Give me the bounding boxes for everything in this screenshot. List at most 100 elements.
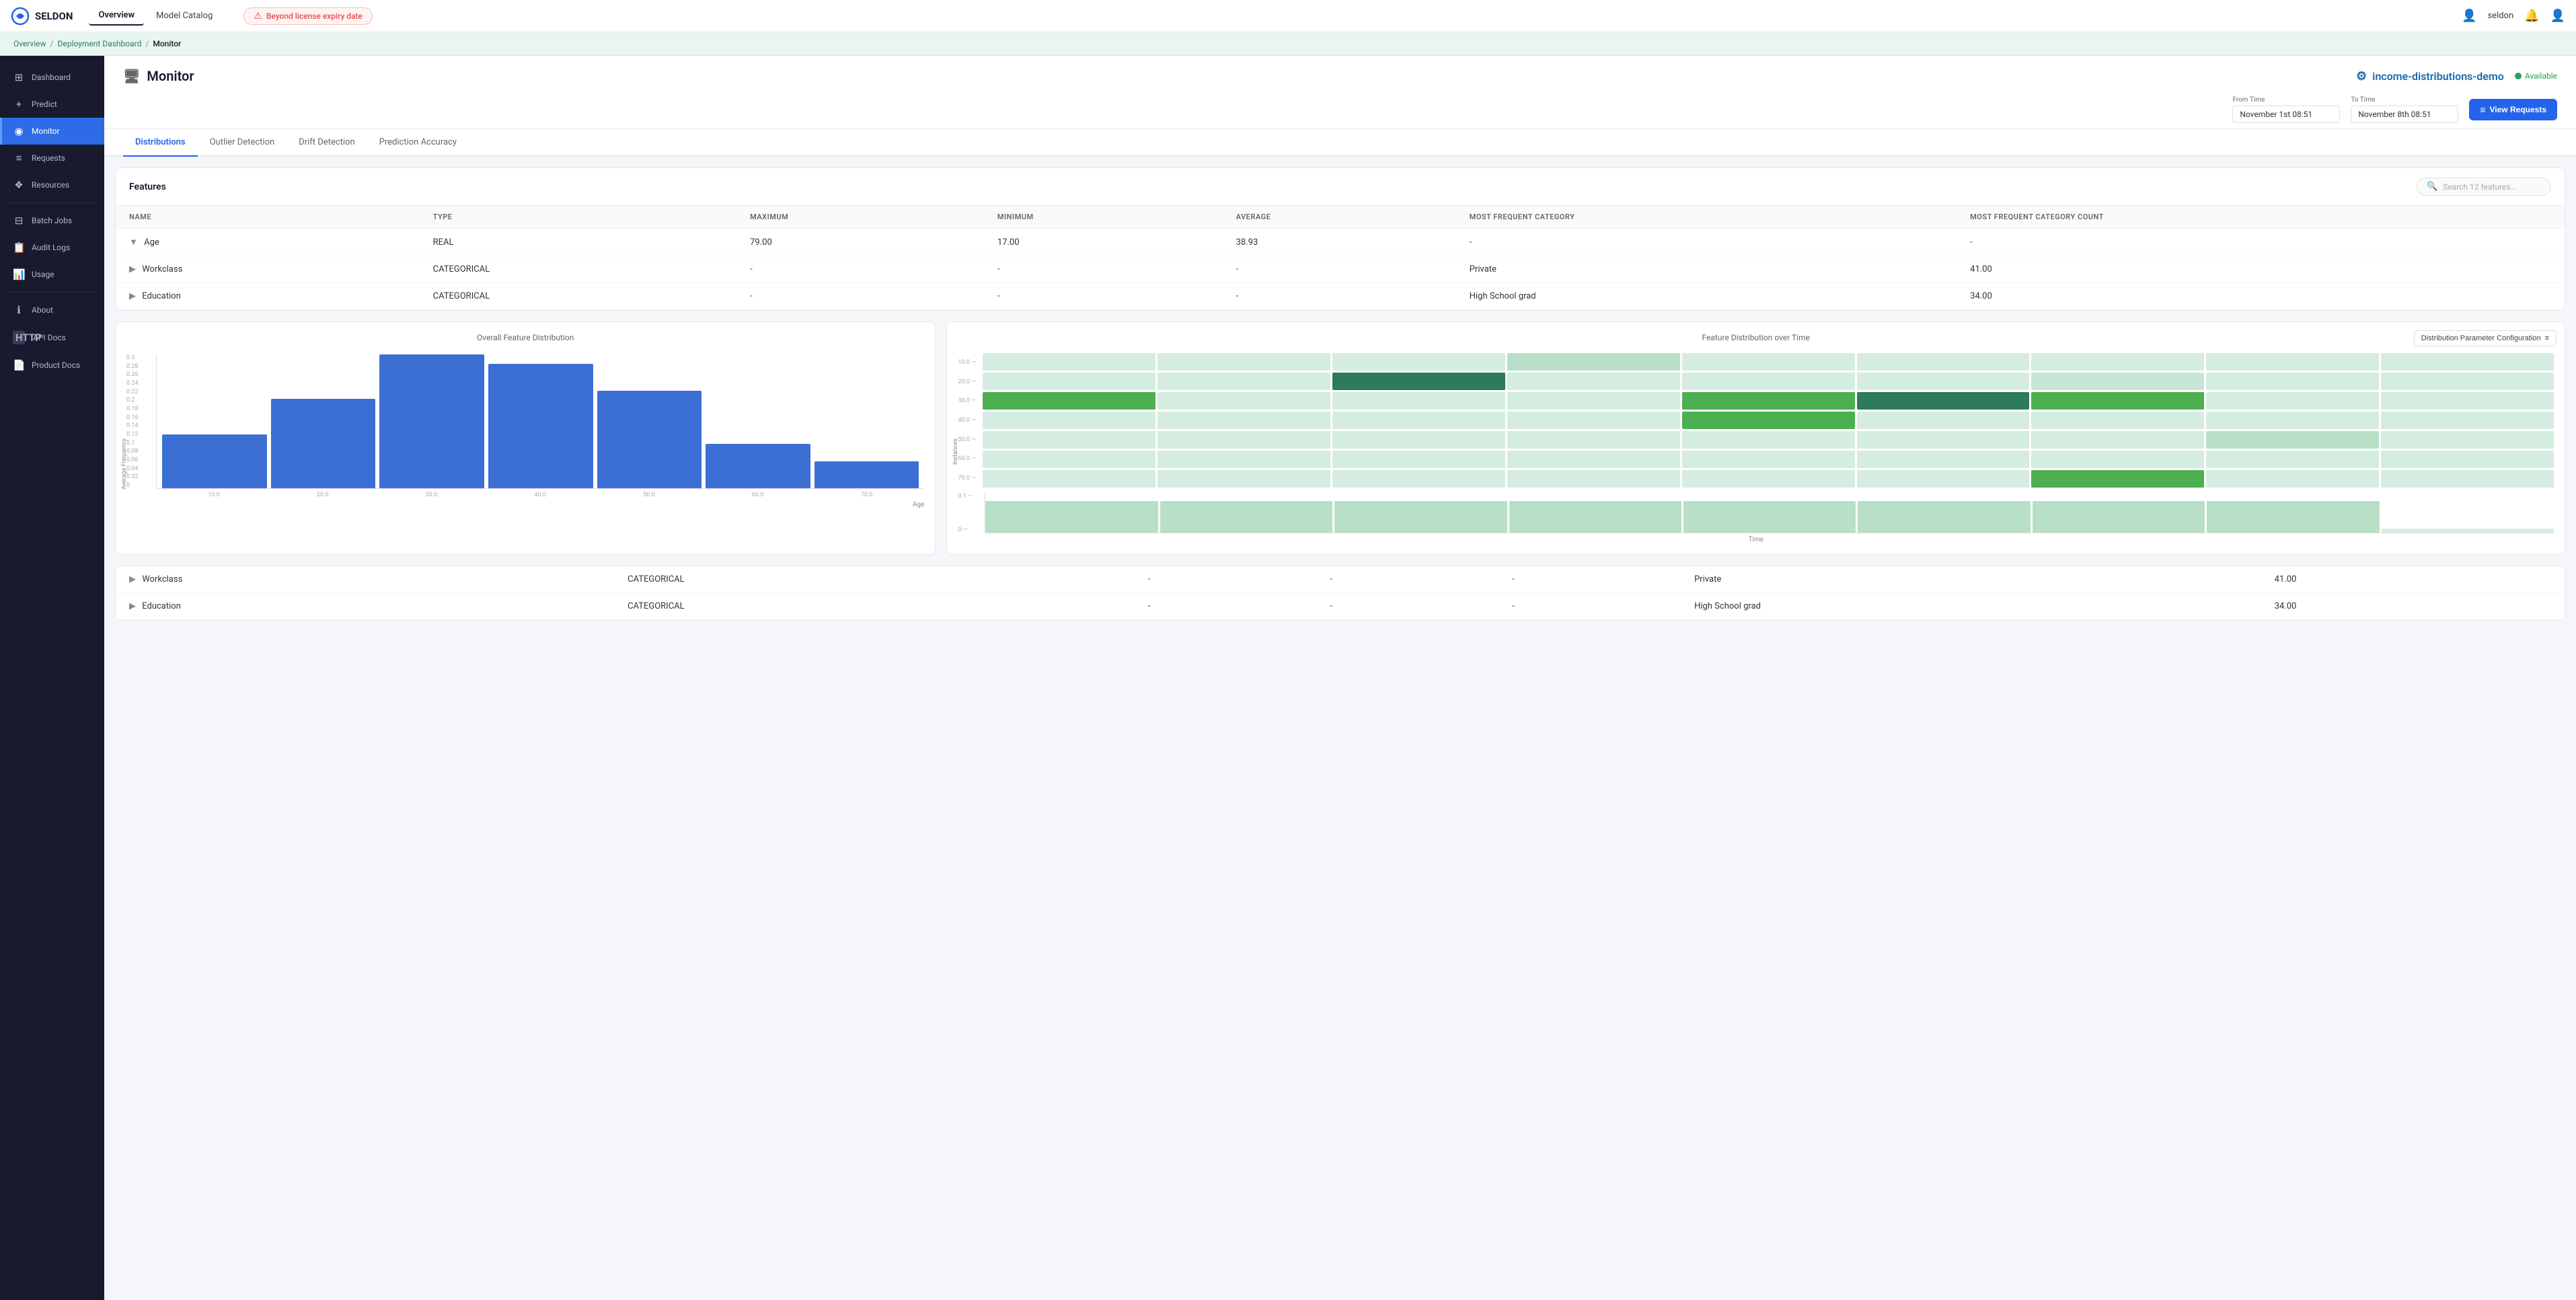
notification-icon[interactable]: 🔔 [2524, 9, 2539, 23]
expand-icon[interactable]: ▼ [129, 237, 138, 247]
tab-outlier-detection[interactable]: Outlier Detection [198, 129, 287, 157]
hm-cell [2031, 451, 2204, 468]
cell-type: REAL [420, 229, 736, 256]
to-time-value[interactable]: November 8th 08:51 [2351, 106, 2458, 123]
hm-cell [1682, 451, 1855, 468]
cell-education-max: - [1135, 593, 1317, 620]
bar-5 [597, 391, 702, 488]
hm-y-60: 60.0 — [958, 455, 976, 462]
tab-prediction-accuracy[interactable]: Prediction Accuracy [367, 129, 469, 157]
expand-icon[interactable]: ▶ [129, 291, 136, 301]
from-time-value[interactable]: November 1st 08:51 [2232, 106, 2340, 123]
expand-education-icon[interactable]: ▶ [129, 601, 136, 611]
sidebar-item-usage[interactable]: 📊 Usage [0, 261, 104, 288]
view-requests-button[interactable]: ≡ View Requests [2469, 99, 2557, 120]
col-name: Name [116, 206, 420, 229]
expand-workclass-icon[interactable]: ▶ [129, 574, 136, 584]
sidebar-item-api-docs[interactable]: HTTP API Docs [0, 323, 104, 352]
monitor-right: ⚙ income-distributions-demo Available [2356, 69, 2557, 83]
sidebar-item-dashboard[interactable]: ⊞ Dashboard [0, 64, 104, 91]
inst-bar [1683, 501, 1856, 533]
expand-icon[interactable]: ▶ [129, 264, 136, 274]
nav-overview[interactable]: Overview [89, 6, 144, 26]
hm-y-50: 50.0 — [958, 436, 976, 443]
avatar-icon[interactable]: 👤 [2462, 9, 2476, 23]
sidebar-item-predict[interactable]: + Predict [0, 91, 104, 118]
warning-icon: ⚠ [254, 11, 262, 22]
hm-cell [1158, 451, 1330, 468]
cell-education-mfcc: 34.00 [2261, 593, 2565, 620]
y-label-0.24: 0.24 [126, 380, 151, 387]
y-label-0.2: 0.2 [126, 397, 151, 404]
predict-icon: + [13, 98, 25, 110]
inst-bar [1160, 501, 1332, 533]
hm-cell-medium [1682, 412, 1855, 429]
product-docs-icon: 📄 [13, 359, 25, 371]
hm-y-20: 20.0 — [958, 379, 976, 385]
cell-name: ▶ Workclass [116, 256, 420, 283]
table-row: ▶ Workclass CATEGORICAL - - - Private 41… [116, 256, 2565, 283]
logo: SELDON [11, 7, 73, 26]
main-layout: ⊞ Dashboard + Predict ◉ Monitor ≡ Reques… [0, 56, 2576, 1300]
sidebar-item-product-docs[interactable]: 📄 Product Docs [0, 352, 104, 379]
cell-avg: 38.93 [1223, 229, 1456, 256]
distribution-config-button[interactable]: Distribution Parameter Configuration ≡ [2414, 330, 2556, 346]
col-mfc: Most Frequent Category [1456, 206, 1957, 229]
heatmap-row-4 [983, 412, 2554, 429]
search-placeholder: Search 12 features... [2443, 182, 2517, 192]
usage-icon: 📊 [13, 268, 25, 280]
sidebar-item-about[interactable]: ℹ About [0, 297, 104, 323]
monitor-icon: ◉ [13, 125, 25, 137]
config-btn-text: Distribution Parameter Configuration [2421, 334, 2541, 342]
breadcrumb-deployment-dashboard[interactable]: Deployment Dashboard [58, 39, 142, 48]
heatmap-row-3 [983, 392, 2554, 410]
sidebar-item-requests[interactable]: ≡ Requests [0, 145, 104, 171]
sidebar-item-monitor[interactable]: ◉ Monitor [0, 118, 104, 145]
hm-cell [2031, 431, 2204, 449]
y-axis-label: Average Frequency [121, 438, 128, 490]
hm-cell [1332, 431, 1505, 449]
sidebar-label-about: About [32, 305, 53, 315]
sidebar-label-requests: Requests [32, 153, 65, 163]
table-row: ▶ Education CATEGORICAL - - - High Schoo… [116, 283, 2565, 310]
x-label-30: 30.0 [379, 492, 484, 498]
y-label-0.02: 0.02 [126, 473, 151, 480]
table-row-education: ▶ Education CATEGORICAL - - - High Schoo… [116, 593, 2565, 620]
hm-cell [1158, 373, 1330, 390]
inst-bar [1509, 501, 1681, 533]
cell-workclass-min: - [1317, 566, 1499, 593]
sidebar-label-dashboard: Dashboard [32, 73, 71, 82]
hm-cell [1682, 373, 1855, 390]
cell-mfcc: - [1957, 229, 2565, 256]
sidebar-item-batch-jobs[interactable]: ⊟ Batch Jobs [0, 207, 104, 234]
bar-1 [162, 434, 267, 488]
cell-education-avg: - [1499, 593, 1681, 620]
sidebar-item-resources[interactable]: ❖ Resources [0, 171, 104, 198]
tab-distributions[interactable]: Distributions [123, 129, 198, 157]
cell-min: - [984, 283, 1223, 310]
settings-icon[interactable]: 👤 [2550, 9, 2565, 23]
x-label-70: 70.0 [815, 492, 919, 498]
breadcrumb-overview[interactable]: Overview [13, 39, 46, 48]
x-label-40: 40.0 [488, 492, 593, 498]
cell-education-min: - [1317, 593, 1499, 620]
time-controls: From Time November 1st 08:51 To Time Nov… [123, 96, 2557, 128]
hm-cell [1682, 470, 1855, 488]
sidebar-item-audit-logs[interactable]: 📋 Audit Logs [0, 234, 104, 261]
tab-drift-detection[interactable]: Drift Detection [287, 129, 367, 157]
features-title: Features [129, 182, 166, 192]
hm-y-40: 40.0 — [958, 417, 976, 424]
nav-model-catalog[interactable]: Model Catalog [147, 7, 222, 25]
table-row-workclass: ▶ Workclass CATEGORICAL - - - Private 41… [116, 566, 2565, 593]
deployment-icon: ⚙ [2356, 69, 2367, 83]
search-box[interactable]: 🔍 Search 12 features... [2417, 178, 2551, 196]
heatmap-row-1 [983, 353, 2554, 371]
y-label-0.12: 0.12 [126, 431, 151, 438]
hm-cell [1158, 470, 1330, 488]
features-section: Features 🔍 Search 12 features... Name Ty… [115, 167, 2565, 311]
hm-cell [1682, 431, 1855, 449]
hm-cell [1158, 353, 1330, 371]
hm-cell [1857, 412, 2030, 429]
hm-cell [2381, 392, 2554, 410]
y-label-0.28: 0.28 [126, 363, 151, 370]
